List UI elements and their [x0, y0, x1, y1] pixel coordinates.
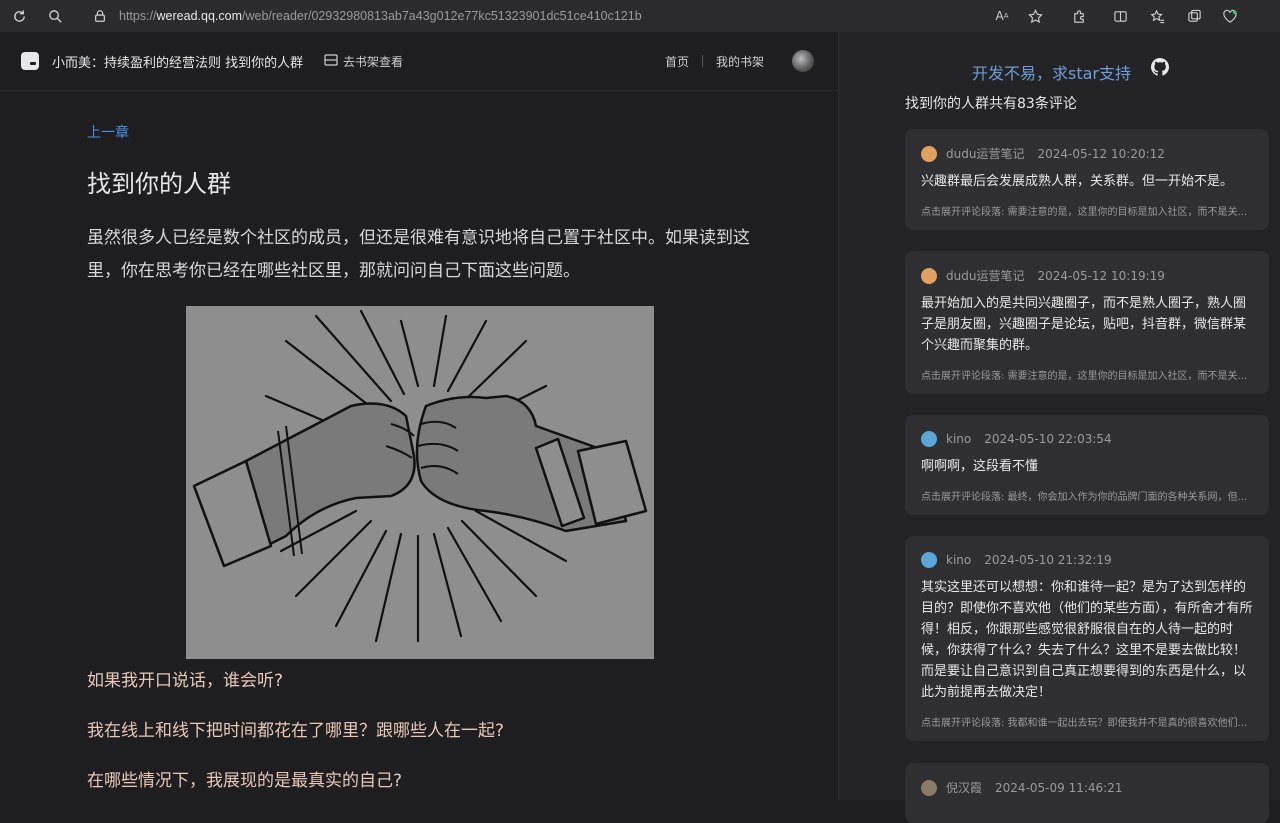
comment-time: 2024-05-12 10:20:12 [1037, 146, 1165, 161]
bookshelf-icon [324, 54, 338, 69]
comment-header: dudu运营笔记 2024-05-12 10:19:19 [921, 267, 1253, 284]
lock-icon[interactable] [92, 8, 108, 24]
comment-expand-link[interactable]: 点击展开评论段落: 最终，你会加入作为你的品牌门面的各种关系网，但... [921, 488, 1253, 503]
comment-header: dudu运营笔记 2024-05-12 10:20:12 [921, 145, 1253, 162]
fist-bump-illustration [186, 306, 654, 659]
extensions-icon[interactable] [1071, 8, 1087, 24]
commenter-name: kino [946, 553, 972, 567]
read-aloud-icon[interactable]: AA [994, 8, 1010, 24]
star-support-message[interactable]: 开发不易，求star支持 [972, 60, 1131, 84]
chapter-paragraph: 虽然很多人已经是数个社区的成员，但还是很难有意识地将自己置于社区中。如果读到这里… [87, 228, 750, 281]
question-1: 如果我开口说话，谁会听? [87, 671, 284, 691]
commenter-name: dudu运营笔记 [946, 269, 1025, 283]
url-path: /web/reader/02932980813ab7a43g012e77kc51… [242, 9, 642, 23]
nav-my-shelf-link[interactable]: 我的书架 [716, 53, 764, 70]
github-icon[interactable] [1151, 58, 1169, 80]
comment-expand-link[interactable]: 点击展开评论段落: 需要注意的是，这里你的目标是加入社区，而不是关... [921, 203, 1253, 218]
reader-header: 小而美：持续盈利的经营法则 找到你的人群 去书架查看 首页 我的书架 [0, 32, 838, 91]
commenter-avatar [921, 145, 937, 162]
chapter-title: 找到你的人群 [87, 170, 231, 198]
comment-count: 找到你的人群共有83条评论 [905, 96, 1077, 112]
commenter-name: 倪汉霞 [946, 781, 983, 795]
commenter-avatar [921, 267, 937, 284]
view-shelf-button[interactable]: 去书架查看 [324, 53, 403, 70]
comment-text: 啊啊啊，这段看不懂 [921, 459, 1039, 474]
comment-time: 2024-05-12 10:19:19 [1037, 268, 1165, 283]
search-icon[interactable] [47, 8, 63, 24]
address-bar[interactable]: https://weread.qq.com/web/reader/0293298… [119, 9, 642, 23]
comment-expand-link[interactable]: 点击展开评论段落: 我都和谁一起出去玩？即使我并不是真的很喜欢他们... [921, 714, 1253, 729]
browser-toolbar: https://weread.qq.com/web/reader/0293298… [0, 0, 1280, 32]
commenter-avatar [921, 431, 937, 447]
question-3: 在哪些情况下，我展现的是最真实的自己? [87, 771, 403, 791]
prev-chapter-link[interactable]: 上一章 [87, 122, 129, 142]
comment-text: 最开始加入的是共同兴趣圈子，而不是熟人圈子，熟人圈子是朋友圈，兴趣圈子是论坛，贴… [921, 296, 1247, 353]
comment-card[interactable]: kino 2024-05-10 22:03:54 啊啊啊，这段看不懂 点击展开评… [905, 415, 1269, 515]
performance-icon[interactable] [1222, 8, 1238, 24]
comment-time: 2024-05-10 22:03:54 [984, 432, 1112, 446]
book-title: 小而美：持续盈利的经营法则 找到你的人群 [52, 56, 304, 71]
comments-panel: 开发不易，求star支持 找到你的人群共有83条评论 dudu运营笔记 2024… [838, 32, 1280, 823]
comment-time: 2024-05-09 11:46:21 [995, 780, 1123, 795]
commenter-name: dudu运营笔记 [946, 147, 1025, 161]
comment-expand-link[interactable]: 点击展开评论段落: 需要注意的是，这里你的目标是加入社区，而不是关... [921, 367, 1253, 382]
comment-header: kino 2024-05-10 21:32:19 [921, 552, 1253, 568]
comment-card[interactable]: dudu运营笔记 2024-05-12 10:19:19 最开始加入的是共同兴趣… [905, 251, 1269, 394]
collections-icon[interactable] [1186, 8, 1202, 24]
comment-header: kino 2024-05-10 22:03:54 [921, 431, 1253, 447]
url-prefix: https:// [119, 9, 157, 23]
comment-card[interactable]: 倪汉霞 2024-05-09 11:46:21 [905, 763, 1269, 823]
favorites-icon[interactable] [1149, 8, 1165, 24]
comment-time: 2024-05-10 21:32:19 [984, 553, 1112, 567]
weread-logo-icon[interactable] [21, 52, 39, 70]
commenter-avatar [921, 779, 937, 796]
nav-home-link[interactable]: 首页 [665, 53, 689, 70]
comment-card[interactable]: dudu运营笔记 2024-05-12 10:20:12 兴趣群最后会发展成熟人… [905, 129, 1269, 230]
reader-area: 小而美：持续盈利的经营法则 找到你的人群 去书架查看 首页 我的书架 上一章 找… [0, 32, 886, 800]
reload-icon[interactable] [11, 8, 27, 24]
comment-card[interactable]: kino 2024-05-10 21:32:19 其实这里还可以想想：你和谁待一… [905, 536, 1269, 741]
comment-text: 兴趣群最后会发展成熟人群，关系群。但一开始不是。 [921, 174, 1234, 189]
question-2: 我在线上和线下把时间都花在了哪里？跟哪些人在一起? [87, 721, 505, 741]
commenter-avatar [921, 552, 937, 568]
comment-header: 倪汉霞 2024-05-09 11:46:21 [921, 779, 1253, 796]
split-screen-icon[interactable] [1112, 8, 1128, 24]
favorite-star-icon[interactable] [1027, 8, 1043, 24]
user-avatar[interactable] [792, 50, 814, 72]
url-host: weread.qq.com [156, 9, 242, 23]
nav-divider [702, 55, 703, 67]
comment-text: 其实这里还可以想想：你和谁待一起？是为了达到怎样的目的？即使你不喜欢他（他们的某… [921, 580, 1253, 700]
view-shelf-label: 去书架查看 [343, 55, 404, 69]
commenter-name: kino [946, 432, 972, 446]
